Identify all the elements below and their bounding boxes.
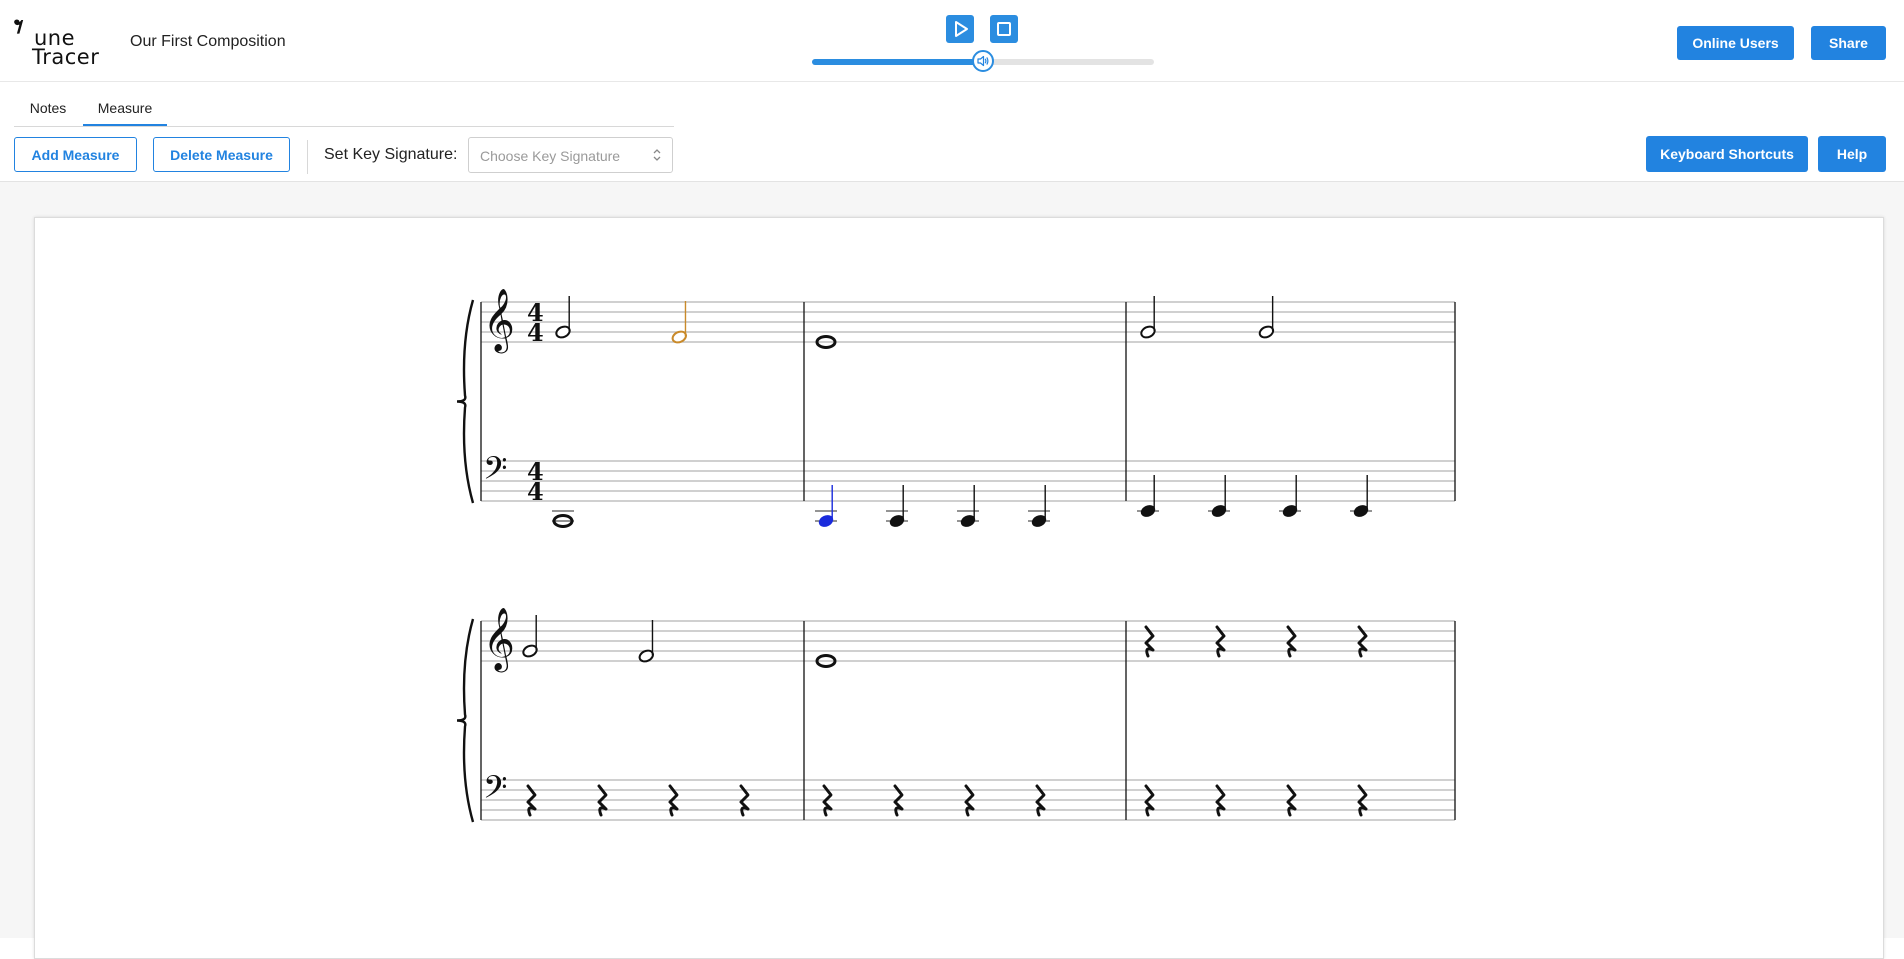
play-icon: [955, 21, 968, 37]
volume-slider[interactable]: [812, 50, 1154, 72]
key-signature-placeholder: Choose Key Signature: [480, 148, 621, 164]
score-workspace: 𝄞 𝄢 4 4 4 4 𝄞 𝄢: [0, 181, 1904, 959]
tunetracer-logo: 𝄾 une Tracer: [14, 8, 114, 69]
sheet-music[interactable]: 𝄞𝄢4444𝄞𝄢: [35, 218, 1883, 958]
time-signature-bottom: 4: [527, 477, 544, 506]
toolbar-divider: [307, 140, 308, 174]
tab-bar: Notes Measure: [14, 92, 674, 127]
bass-clef: 𝄢: [483, 769, 507, 813]
help-button[interactable]: Help: [1818, 136, 1886, 172]
tab-measure[interactable]: Measure: [83, 92, 167, 126]
bass-clef: 𝄢: [483, 450, 507, 494]
brace: [456, 299, 475, 504]
key-signature-label: Set Key Signature:: [324, 146, 458, 163]
tab-notes[interactable]: Notes: [14, 92, 82, 124]
score-page[interactable]: 𝄞 𝄢 4 4 4 4 𝄞 𝄢: [34, 217, 1884, 959]
play-button[interactable]: [946, 15, 974, 43]
select-arrows-icon: [653, 149, 661, 161]
keyboard-shortcuts-button[interactable]: Keyboard Shortcuts: [1646, 136, 1808, 172]
delete-measure-button[interactable]: Delete Measure: [153, 137, 290, 172]
stop-button[interactable]: [990, 15, 1018, 43]
key-signature-select[interactable]: Choose Key Signature: [468, 137, 673, 173]
treble-clef: 𝄞: [483, 607, 515, 673]
online-users-button[interactable]: Online Users: [1677, 26, 1794, 60]
add-measure-button[interactable]: Add Measure: [14, 137, 137, 172]
app-header: 𝄾 une Tracer Our First Composition Onlin…: [0, 0, 1904, 82]
stop-icon: [997, 22, 1011, 36]
brace: [456, 618, 475, 823]
volume-slider-fill: [812, 59, 983, 65]
time-signature-bottom: 4: [527, 318, 544, 347]
volume-slider-handle[interactable]: [972, 50, 994, 72]
logo-mark-icon: 𝄾: [14, 7, 24, 48]
logo-text-line2: Tracer: [32, 45, 100, 69]
share-button[interactable]: Share: [1811, 26, 1886, 60]
speaker-icon: [977, 55, 989, 67]
composition-title: Our First Composition: [130, 33, 286, 50]
treble-clef: 𝄞: [483, 288, 515, 354]
